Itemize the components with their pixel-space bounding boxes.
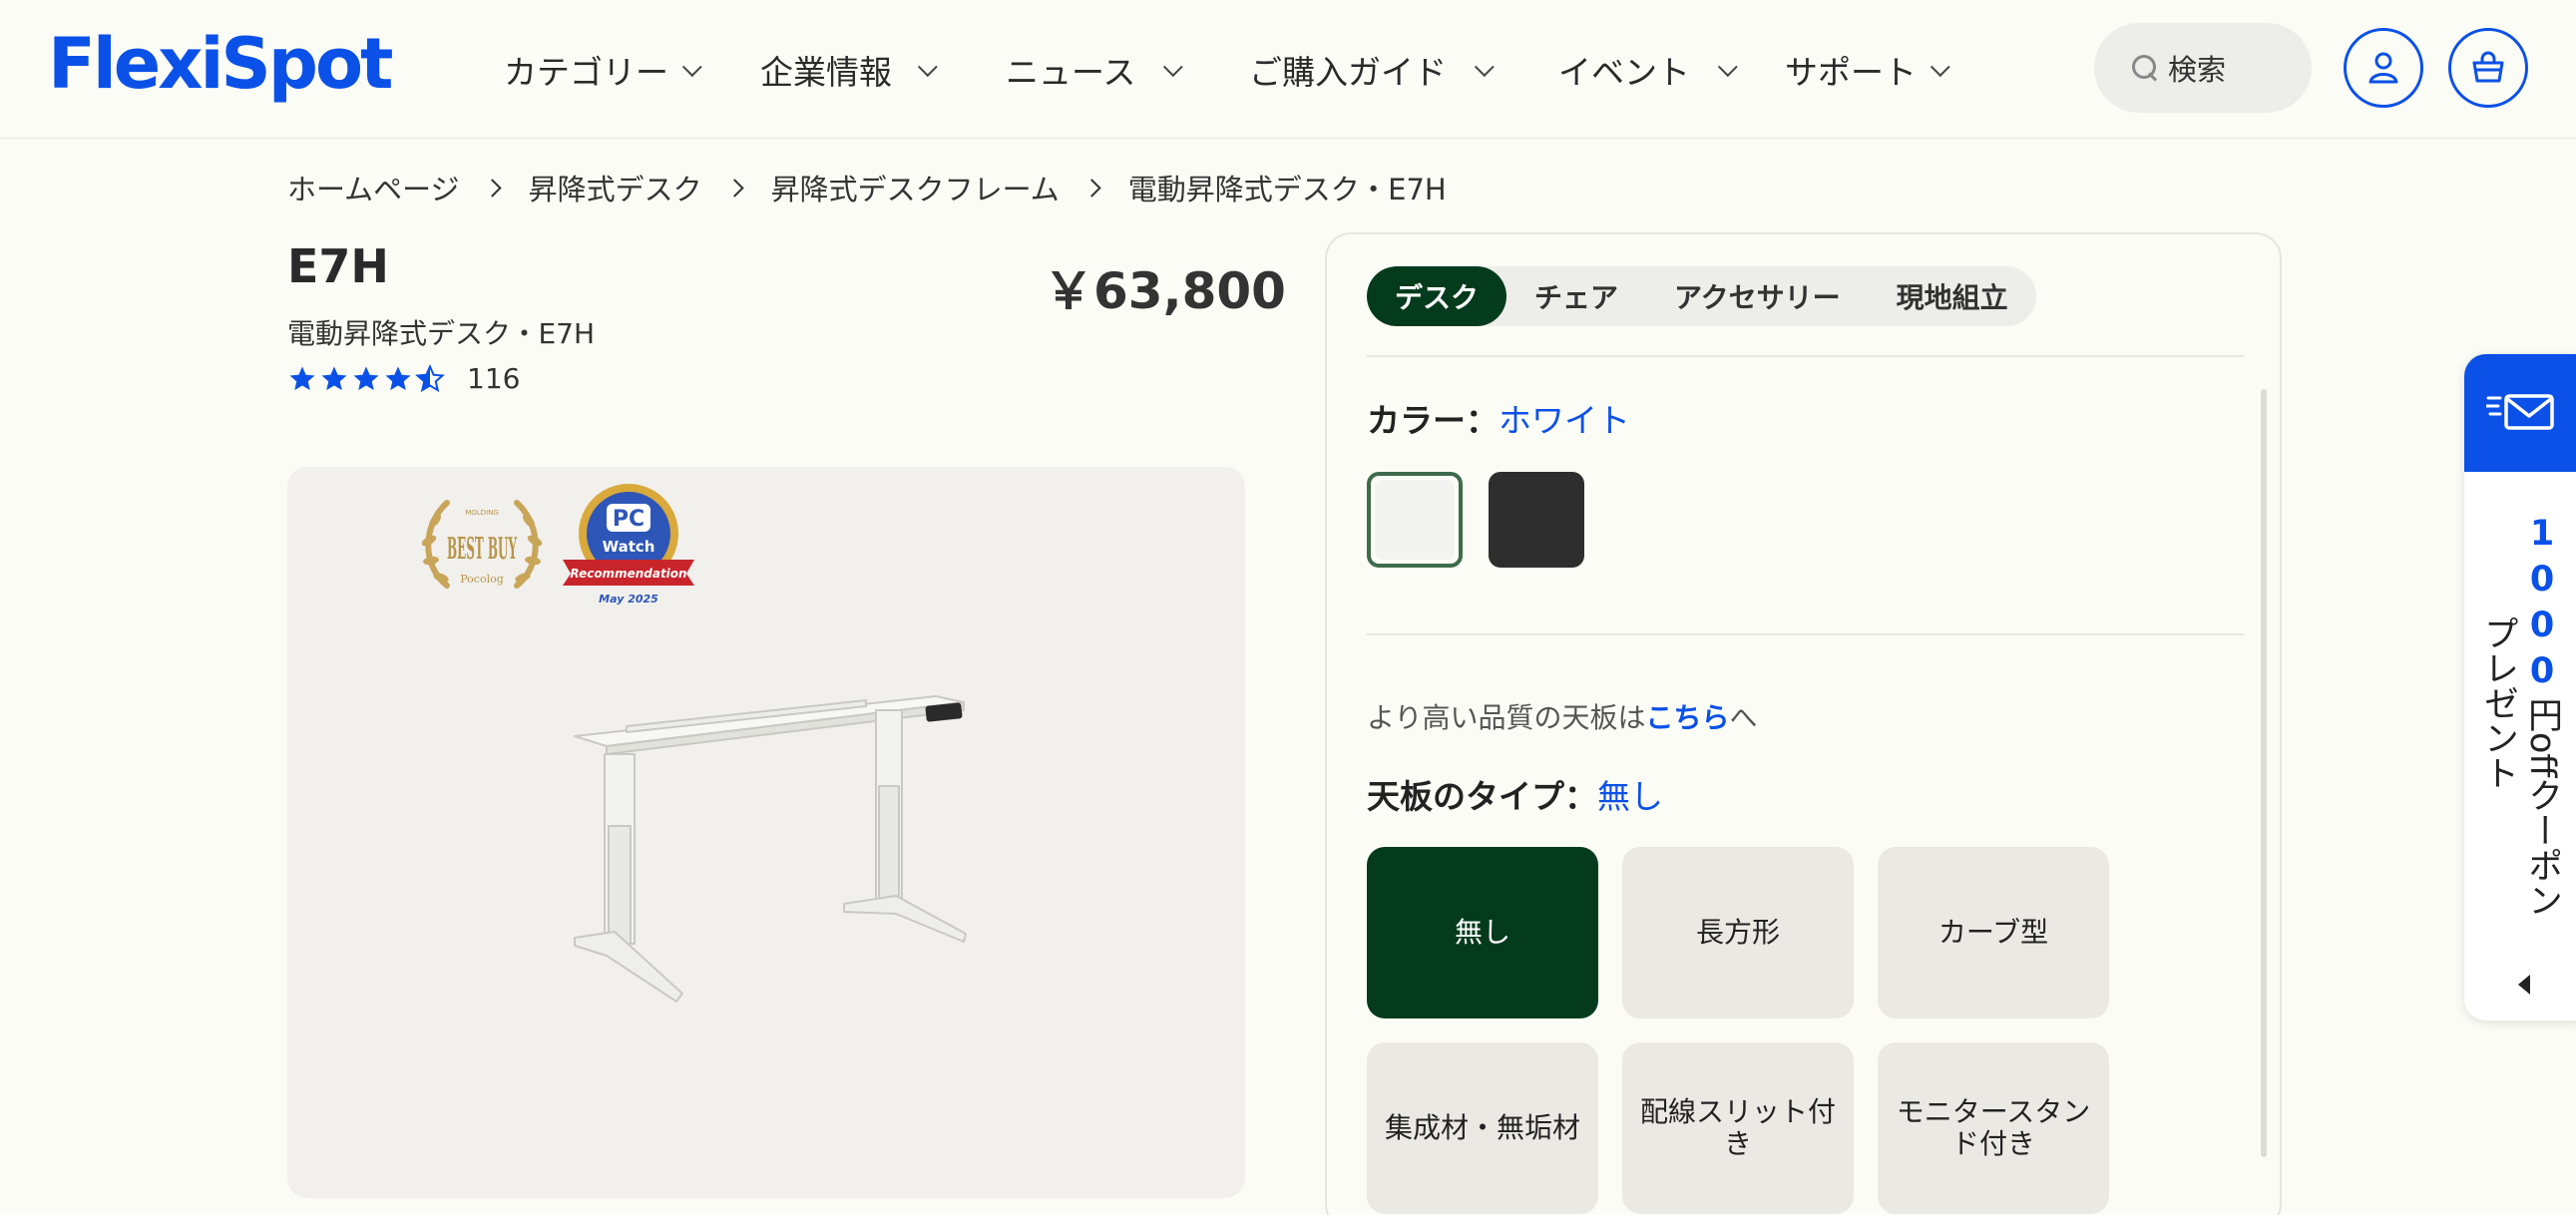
top-type-solid-wood-button[interactable]: 集成材・無垢材	[1367, 1042, 1598, 1214]
flexispot-logo[interactable]: FlexiSpot	[48, 24, 394, 104]
chevron-down-icon	[1474, 57, 1495, 78]
chevron-down-icon	[681, 57, 702, 78]
search-icon	[2130, 53, 2160, 83]
pc-watch-ribbon-text: Recommendation	[570, 567, 686, 581]
pc-watch-logo-text: PC	[613, 507, 644, 532]
top-type-value: 無し	[1597, 777, 1663, 816]
chevron-right-icon	[1082, 178, 1101, 198]
color-swatch-black[interactable]	[1489, 472, 1584, 568]
top-type-cable-slit-button[interactable]: 配線スリット付き	[1622, 1042, 1854, 1214]
top-type-label: 天板のタイプ：	[1367, 777, 1597, 816]
breadcrumb-standing-desk[interactable]: 昇降式デスク	[529, 167, 702, 208]
nav-news[interactable]: ニュース	[1006, 40, 1184, 100]
chevron-down-icon	[1163, 57, 1184, 78]
chevron-right-icon	[482, 178, 502, 198]
breadcrumb: ホームページ 昇降式デスク 昇降式デスクフレーム 電動昇降式デスク・E7H	[287, 163, 1447, 212]
chevron-down-icon	[1717, 57, 1738, 78]
pc-watch-award-badge: PC Watch Recommendation May 2025	[563, 484, 694, 606]
star-icon	[385, 366, 411, 390]
divider	[1367, 633, 2244, 635]
site-header: FlexiSpot カテゴリー 企業情報 ニュース ご購入ガイド イベント サポ…	[0, 0, 2576, 139]
nav-events[interactable]: イベント	[1558, 40, 1738, 100]
tab-desk[interactable]: デスク	[1367, 266, 1507, 326]
review-count: 116	[467, 362, 521, 395]
nav-categories[interactable]: カテゴリー	[504, 40, 702, 100]
star-half-icon	[415, 363, 445, 392]
premium-top-note: より高い品質の天板はこちらへ	[1367, 701, 1758, 734]
best-buy-main-text: BEST BUY	[447, 532, 517, 567]
chevron-down-icon	[1930, 57, 1950, 78]
breadcrumb-current: 電動昇降式デスク・E7H	[1127, 173, 1447, 206]
swatch-fill	[1375, 480, 1455, 560]
product-category-tabs: デスク チェア アクセサリー 現地組立	[1367, 266, 2036, 326]
user-icon	[2368, 52, 2398, 84]
nav-purchase-guide[interactable]: ご購入ガイド	[1249, 40, 1495, 100]
color-label: カラー：	[1367, 401, 1499, 440]
options-scrollbar[interactable]	[2261, 389, 2267, 1157]
caret-left-icon	[2518, 975, 2530, 995]
search-placeholder: 検索	[2168, 53, 2227, 87]
coupon-header	[2464, 354, 2576, 472]
coupon-amount-text: 1000円offクーポン	[2522, 514, 2562, 918]
desk-frame-image	[574, 695, 967, 1003]
breadcrumb-desk-frame[interactable]: 昇降式デスクフレーム	[771, 167, 1060, 208]
coupon-present-text: プレゼント	[2478, 615, 2518, 790]
top-type-curved-button[interactable]: カーブ型	[1878, 847, 2109, 1018]
cart-button[interactable]	[2448, 28, 2528, 108]
pc-watch-word-text: Watch	[603, 538, 655, 556]
top-type-label-line: 天板のタイプ：無し	[1367, 770, 1663, 818]
product-price: ￥63,800	[1044, 262, 1286, 320]
star-rating	[287, 363, 445, 394]
breadcrumb-home[interactable]: ホームページ	[287, 167, 460, 208]
mail-icon	[2486, 394, 2554, 430]
tab-onsite-assembly[interactable]: 現地組立	[1869, 266, 2036, 326]
chevron-down-icon	[917, 57, 938, 78]
nav-company[interactable]: 企業情報	[760, 40, 938, 100]
best-buy-sub-text: Pocolog	[460, 573, 504, 586]
cart-icon	[2472, 51, 2504, 83]
best-buy-award-badge: MOLDING BEST BUY Pocolog	[421, 500, 543, 589]
product-options-panel: デスク チェア アクセサリー 現地組立 カラー：ホワイト より高い品質の天板はこ…	[1325, 232, 2282, 1215]
tab-accessories[interactable]: アクセサリー	[1646, 266, 1869, 326]
color-value: ホワイト	[1499, 401, 1630, 440]
top-type-none-button[interactable]: 無し	[1367, 847, 1598, 1018]
coupon-side-tab[interactable]: 1000円offクーポン プレゼント	[2464, 354, 2576, 1020]
search-box[interactable]: 検索	[2094, 23, 2312, 113]
product-model: E7H	[287, 239, 389, 293]
product-name: 電動昇降式デスク・E7H	[287, 317, 596, 350]
star-icon	[353, 366, 379, 390]
top-type-rectangle-button[interactable]: 長方形	[1622, 847, 1854, 1018]
pc-watch-date-text: May 2025	[599, 593, 658, 606]
product-image-panel[interactable]: MOLDING BEST BUY Pocolog PC Watch Recomm…	[287, 467, 1245, 1198]
divider	[1367, 355, 2244, 357]
star-icon	[289, 366, 315, 390]
tab-chair[interactable]: チェア	[1506, 266, 1646, 326]
premium-top-link[interactable]: こちら	[1645, 701, 1729, 734]
color-swatch-white[interactable]	[1367, 472, 1463, 568]
best-buy-small-text: MOLDING	[465, 509, 499, 517]
chevron-right-icon	[724, 178, 744, 198]
top-type-monitor-stand-button[interactable]: モニタースタンド付き	[1878, 1042, 2109, 1214]
account-button[interactable]	[2344, 28, 2423, 108]
star-icon	[321, 366, 347, 390]
nav-support[interactable]: サポート	[1785, 40, 1950, 100]
color-label-line: カラー：ホワイト	[1367, 394, 1630, 442]
product-rating[interactable]: 116	[287, 362, 520, 395]
